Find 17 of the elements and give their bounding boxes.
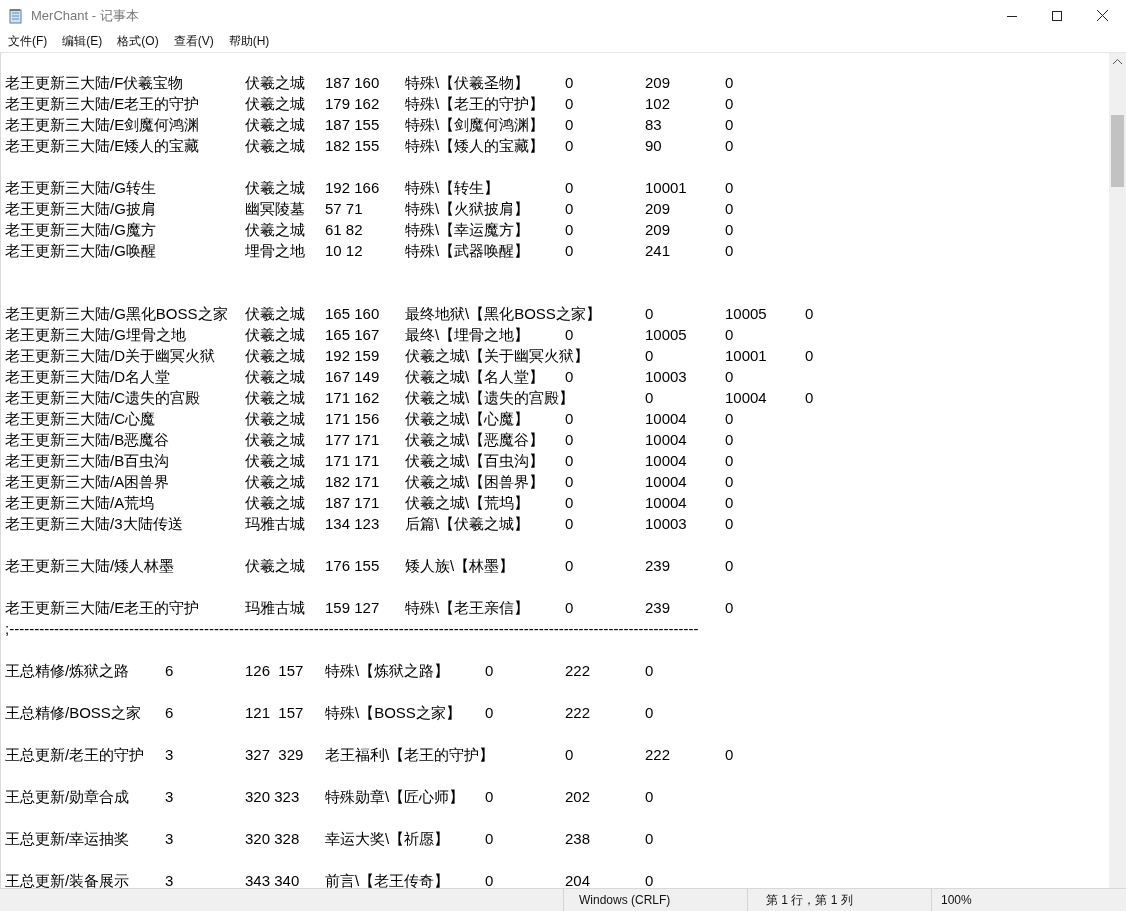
vertical-scrollbar[interactable]: [1109, 53, 1126, 888]
window-title: MerChant - 记事本: [31, 6, 139, 25]
menu-item[interactable]: 格式(O): [117, 33, 159, 50]
menu-item[interactable]: 编辑(E): [62, 33, 103, 50]
text-area[interactable]: [0, 52, 1126, 888]
notepad-icon: [8, 7, 24, 24]
zoom-status: 100%: [931, 889, 1126, 911]
document-text: 老王更新三大陆/F伏羲宝物 伏羲之城 187 160 特殊\【伏羲圣物】 0 209 0 老王更新三大陆/E老王的守护 伏羲之城 179 162 特殊\【老王的守护】 0 102 0 老王更新三大陆/E剑魔何鸿渊 伏羲之城 187 155 特殊\【剑魔何鸿渊】 0 83 0 老王更新三大陆/E矮人的宝藏 伏羲之城 182 155 特殊\【矮人的宝藏】 0 90 0 老王更新三大陆/G转生 伏羲之城 192 166 特殊\【转生】 0 10001 0 老王更新三大陆/G披肩 幽冥陵墓 57 71 特殊\【火狱披肩】 0 209 0 老王更新三大陆/G魔方 伏羲之城 61 82 特殊\【幸运魔方】 0 209 0 老王更新三大陆/G唤醒 埋骨之地 10 12 特殊\【武器唤醒】 0 241 0 老王更新三大陆/G黑化BOSS之家 伏羲之城 165 160 最终地狱\【黑化BOSS之家】 0 10005 0 老王更新三大陆/G埋骨之地 伏羲之城 165 167 最终\【埋骨之地】 0 10005 0 老王更新三大陆/D关于幽冥火狱 伏羲之城 192 159 伏羲之城\【关于幽冥火狱】 0 10001 0 老王更新三大陆/D名人堂 伏羲之城 167 149 伏羲之城\【名人堂】 0 10003 0 老王更新三大陆/C遗失的宫殿 伏羲之城 171 162 伏羲之城\【遗失的宫殿】 0 10004 0 老王更新三大陆/C心魔 伏羲之城 171 156 伏羲之城\【心魔】 0 10004 0 老王更新三大陆/B恶魔谷 伏羲之城 177 171 伏羲之城\【恶魔谷】 0 10004 0 老王更新三大陆/B百虫沟 伏羲之城 171 171 伏羲之城\【百虫沟】 0 10004 0 老王更新三大陆/A困兽界 伏羲之城 182 171 伏羲之城\【困兽界】 0 10004 0 老王更新三大陆/A荒坞 伏羲之城 187 171 伏羲之城\【荒坞】 0 10004 0 老王更新三大陆/3大陆传送 玛雅古城 134 123 后篇\【伏羲之城】 0 10003 0 老王更新三大陆/矮人林墨 伏羲之城 176 155 矮人族\【林墨】 0 239 0 老王更新三大陆/E老王的守护 玛雅古城 159 127 特殊\【老王亲信】 0 239 0 ;------------------------------------------------------------------------------------------------------------------------------------------ 王总精修/炼狱之路 6 126 157 特殊\【炼狱之路】 0 222 0 王总精修/BOSS之家 6 121 157 特殊\【BOSS之家】 0 222 0 王总更新/老王的守护 3 327 329 老王福利\【老王的守护】 0 222 0 王总更新/勋章合成 3 320 323 特殊勋章\【匠心师】 0 202 0 王总更新/幸运抽奖 3 320 328 幸运大奖\【祈愿】 0 238 0 王总更新/装备展示 3 343 340 前言\【老王传奇】 0 204 0: [4, 73, 815, 888]
close-icon[interactable]: [1097, 10, 1108, 21]
scroll-up-icon[interactable]: [1113, 59, 1122, 64]
line-ending-status: Windows (CRLF): [563, 889, 747, 911]
menu-item[interactable]: 查看(V): [173, 33, 214, 50]
cursor-position-status: 第 1 行，第 1 列: [747, 889, 931, 911]
menu-item[interactable]: 文件(F): [8, 33, 48, 50]
menu-item[interactable]: 帮助(H): [228, 33, 270, 50]
scrollbar-thumb[interactable]: [1111, 115, 1124, 187]
maximize-icon[interactable]: [1052, 10, 1062, 21]
